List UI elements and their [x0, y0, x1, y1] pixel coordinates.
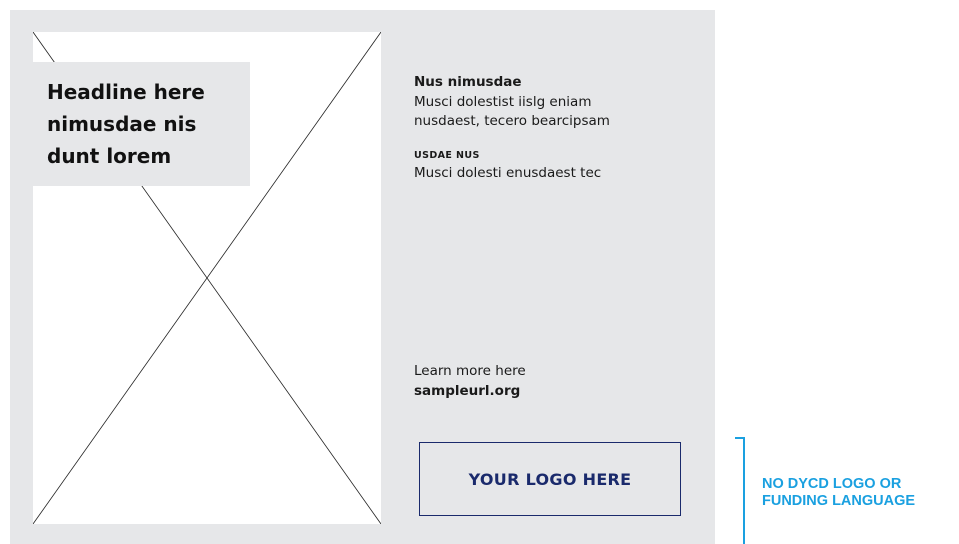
annotation-line-2: FUNDING LANGUAGE	[762, 493, 916, 509]
headline-line-2: nimusdae nis	[47, 112, 197, 136]
logo-placeholder: YOUR LOGO HERE	[419, 442, 681, 516]
headline: Headline here nimusdae nis dunt lorem	[47, 76, 247, 172]
details-title: Nus nimusdae	[414, 74, 522, 90]
details-label: USDAE NUS	[414, 150, 480, 161]
logo-placeholder-text: YOUR LOGO HERE	[468, 469, 632, 489]
headline-line-1: Headline here	[47, 80, 205, 104]
cta-url[interactable]: sampleurl.org	[414, 382, 520, 401]
annotation-line-1: NO DYCD LOGO OR	[762, 476, 902, 492]
annotation-note: NO DYCD LOGO OR FUNDING LANGUAGE	[762, 476, 915, 510]
headline-line-3: dunt lorem	[47, 144, 172, 168]
cta-text: Learn more here	[414, 363, 526, 379]
annotation-bracket	[743, 437, 745, 544]
details-label-text: Musci dolesti enusdaest tec	[414, 165, 602, 181]
details-body-line-1: Musci dolestist iislg eniam	[414, 94, 592, 110]
details-body-line-2: nusdaest, tecero bearcipsam	[414, 113, 610, 129]
